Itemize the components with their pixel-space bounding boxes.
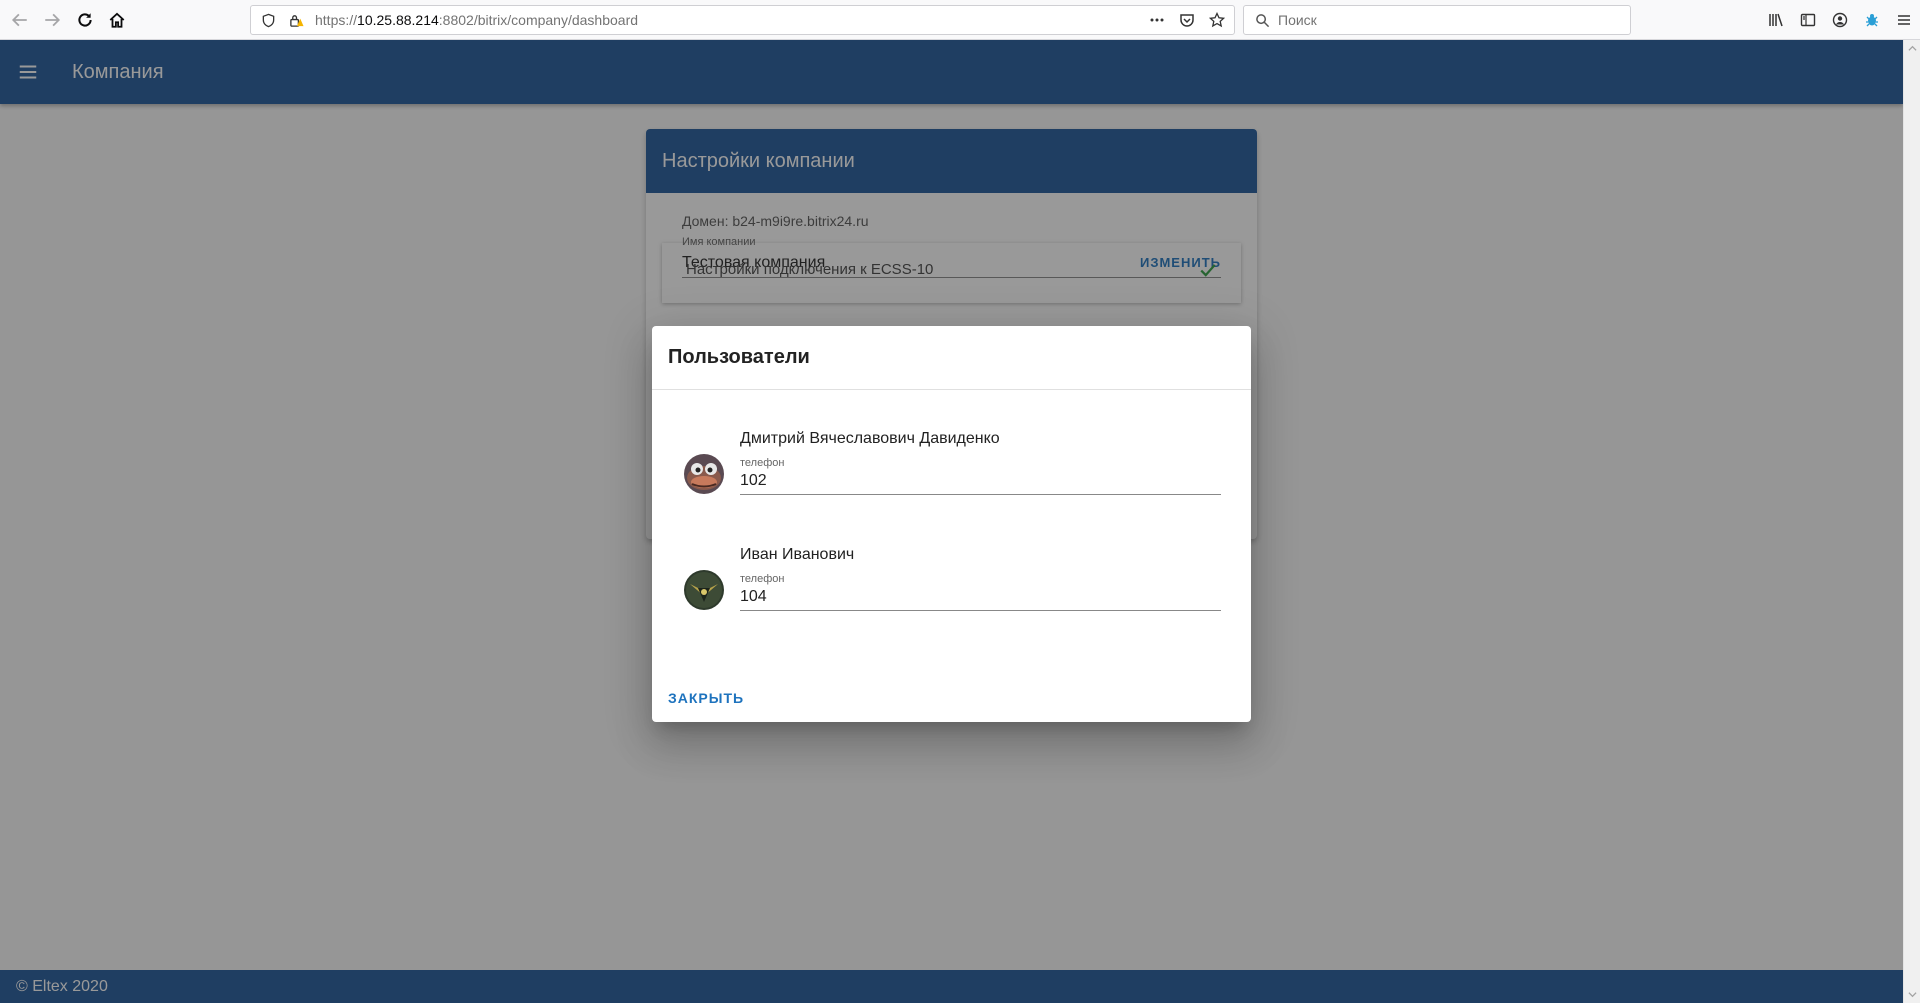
menu-icon[interactable]: [1888, 8, 1920, 32]
sidebar-icon[interactable]: [1792, 8, 1824, 32]
user-item: Иван Иванович телефон: [684, 526, 1221, 642]
phone-label: телефон: [740, 572, 785, 585]
phone-label: телефон: [740, 456, 785, 469]
phone-field[interactable]: [740, 468, 1221, 495]
search-input[interactable]: [1278, 12, 1618, 28]
home-icon[interactable]: [103, 6, 131, 34]
url-text: https://10.25.88.214:8802/bitrix/company…: [315, 12, 638, 28]
pocket-icon[interactable]: [1176, 9, 1198, 31]
back-icon[interactable]: [6, 6, 34, 34]
user-item: Дмитрий Вячеславович Давиденко телефон: [684, 410, 1221, 526]
browser-tools: [1760, 8, 1920, 32]
users-list: Дмитрий Вячеславович Давиденко телефон 1…: [652, 390, 1251, 642]
scroll-down-icon[interactable]: [1908, 990, 1917, 999]
extension-icon[interactable]: [1856, 8, 1888, 32]
browser-toolbar: https://10.25.88.214:8802/bitrix/company…: [0, 0, 1920, 40]
user-info: Иван Иванович телефон: [740, 546, 1221, 611]
url-scheme: https://: [315, 12, 358, 28]
url-actions: [1146, 6, 1228, 34]
account-icon[interactable]: [1824, 8, 1856, 32]
user-name: Дмитрий Вячеславович Давиденко: [740, 429, 1000, 447]
avatar: [684, 454, 724, 494]
url-host: 10.25.88.214: [357, 12, 439, 28]
scroll-up-icon[interactable]: [1908, 44, 1917, 53]
search-icon: [1252, 10, 1272, 30]
reload-icon[interactable]: [71, 6, 99, 34]
user-name: Иван Иванович: [740, 545, 855, 563]
search-bar[interactable]: [1243, 5, 1631, 35]
dialog-title: Пользователи: [652, 326, 1251, 390]
users-dialog: Пользователи Дмитрий Вячеславович Давиде…: [652, 326, 1251, 722]
lock-warning-icon[interactable]: [285, 9, 307, 31]
app-root: Компания Настройки компании Домен: b24-m…: [0, 40, 1903, 1003]
library-icon[interactable]: [1760, 8, 1792, 32]
star-icon[interactable]: [1206, 9, 1228, 31]
close-button[interactable]: ЗАКРЫТЬ: [668, 690, 744, 706]
url-bar[interactable]: https://10.25.88.214:8802/bitrix/company…: [250, 5, 1235, 35]
phone-field[interactable]: [740, 584, 1221, 611]
page-scrollbar[interactable]: [1903, 40, 1920, 1003]
avatar: [684, 570, 724, 610]
more-icon[interactable]: [1146, 9, 1168, 31]
url-path: :8802/bitrix/company/dashboard: [438, 12, 639, 28]
forward-icon[interactable]: [38, 6, 66, 34]
shield-icon[interactable]: [257, 9, 279, 31]
user-info: Дмитрий Вячеславович Давиденко телефон: [740, 430, 1221, 495]
